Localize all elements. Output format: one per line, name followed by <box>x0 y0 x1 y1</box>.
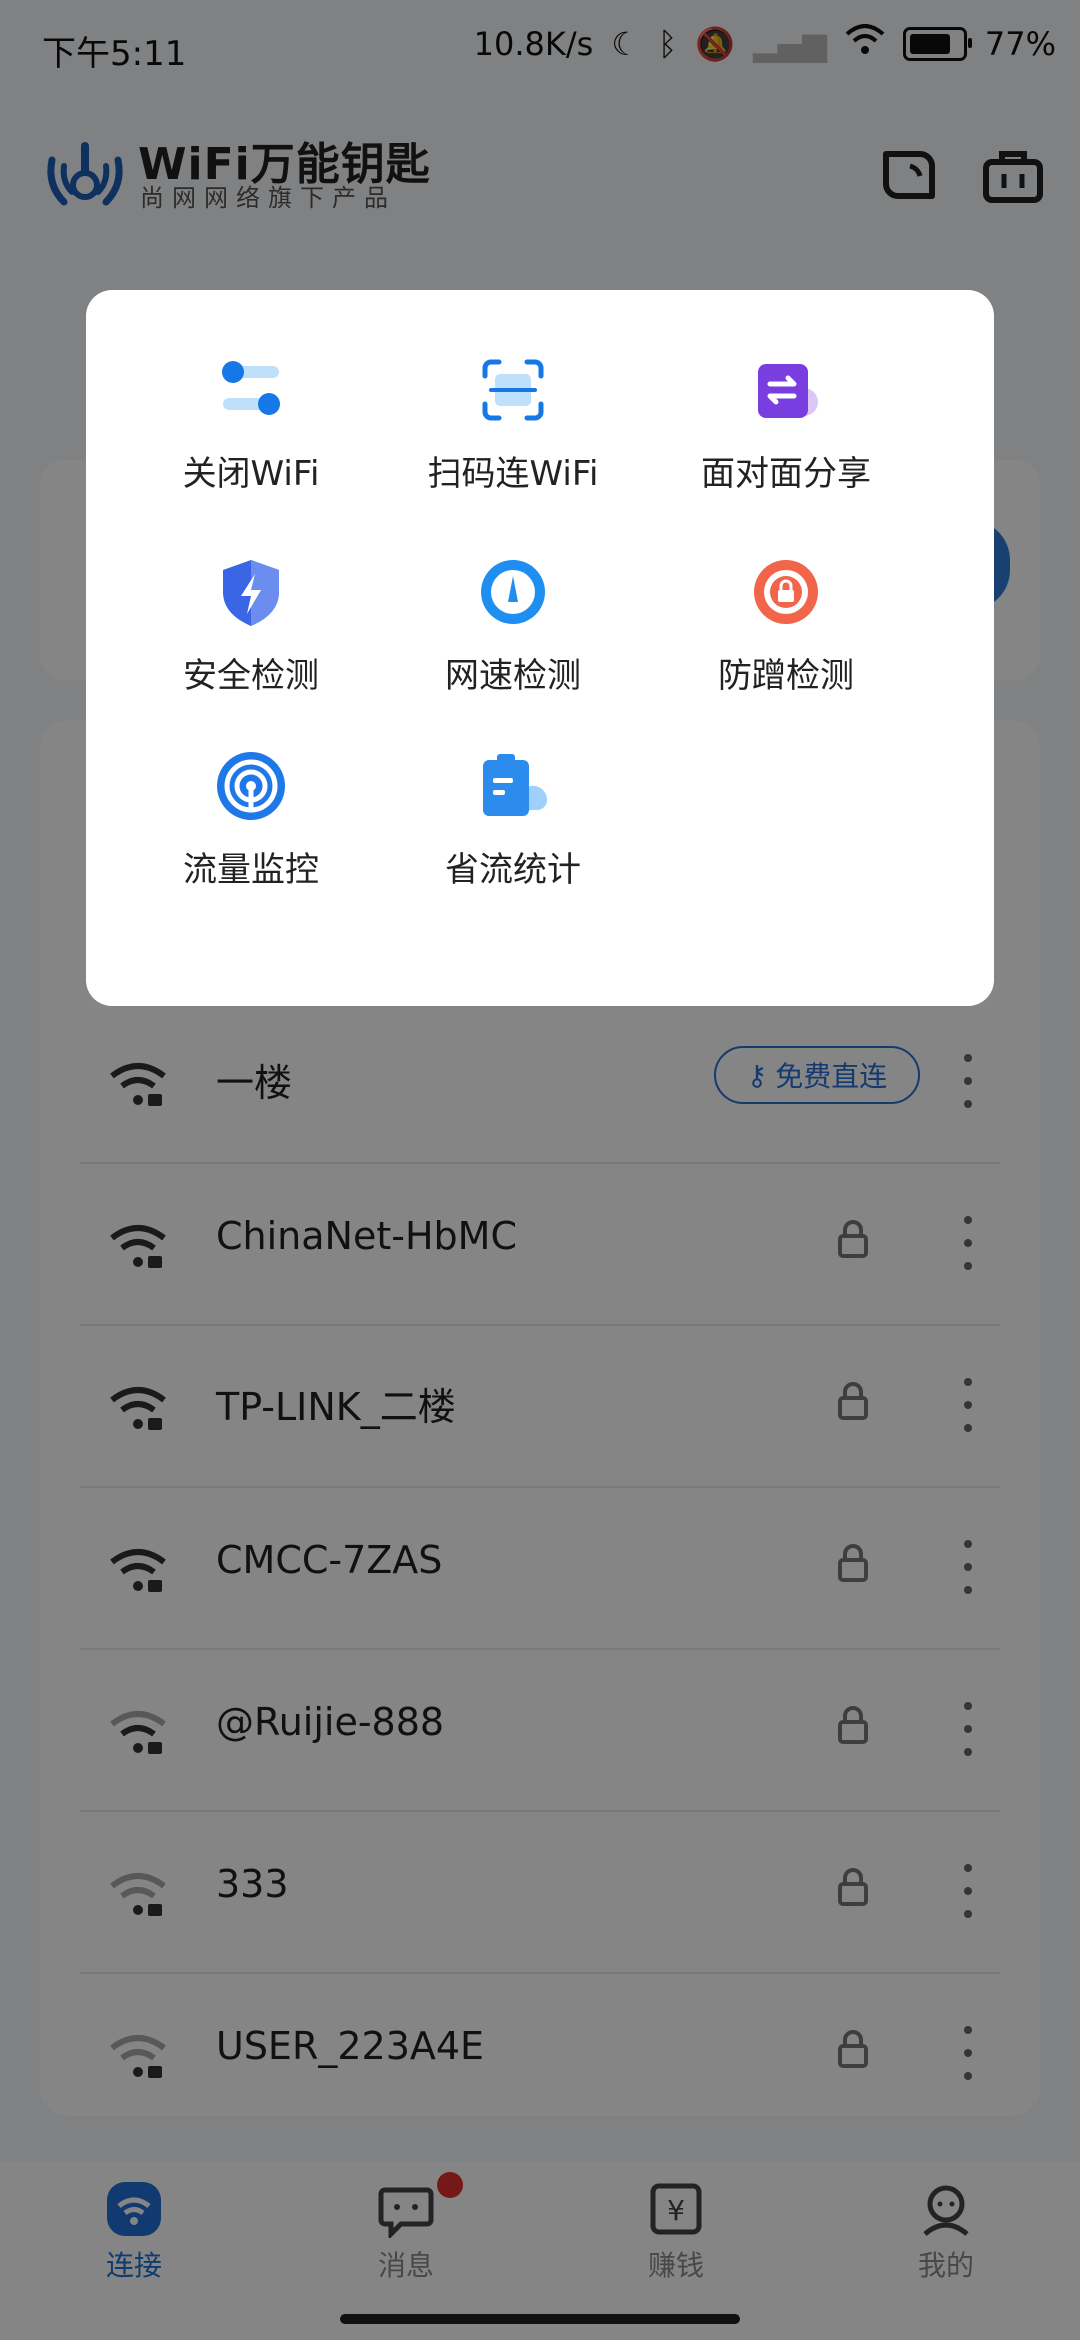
speed-test-button[interactable]: 网速检测 <box>393 552 633 712</box>
traffic-monitor-button[interactable]: 流量监控 <box>131 746 371 906</box>
close-wifi-button[interactable]: 关闭WiFi <box>131 350 371 510</box>
menu-label: 网速检测 <box>445 656 581 696</box>
toggle-icon <box>222 361 280 415</box>
data-saving-icon <box>483 754 548 816</box>
scan-icon <box>482 359 544 421</box>
tools-popup: 关闭WiFi 扫码连WiFi 面对面分享 安全检测 网速检测 防蹭检测 流量监控… <box>86 290 994 1006</box>
speed-gauge-icon <box>481 560 545 624</box>
menu-label: 扫码连WiFi <box>427 454 599 494</box>
menu-label: 流量监控 <box>183 850 319 890</box>
share-icon <box>758 364 818 418</box>
anti-leech-icon <box>754 560 818 624</box>
menu-label: 防蹭检测 <box>718 656 854 696</box>
traffic-monitor-icon <box>217 752 285 820</box>
shield-icon <box>223 560 279 626</box>
security-check-button[interactable]: 安全检测 <box>131 552 371 712</box>
menu-label: 安全检测 <box>183 656 319 696</box>
menu-label: 关闭WiFi <box>182 454 320 494</box>
home-indicator[interactable] <box>340 2314 740 2324</box>
face-to-face-share-button[interactable]: 面对面分享 <box>666 350 906 510</box>
anti-leech-check-button[interactable]: 防蹭检测 <box>666 552 906 712</box>
menu-label: 面对面分享 <box>701 454 871 494</box>
menu-label: 省流统计 <box>445 850 581 890</box>
data-saving-stats-button[interactable]: 省流统计 <box>393 746 633 906</box>
scan-connect-button[interactable]: 扫码连WiFi <box>393 350 633 510</box>
